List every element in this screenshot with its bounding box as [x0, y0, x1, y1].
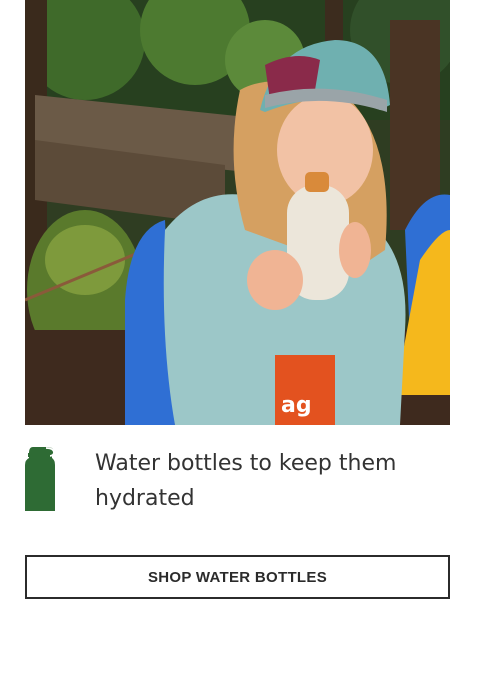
hero-photo: ag — [25, 0, 450, 425]
shop-water-bottles-button[interactable]: SHOP WATER BOTTLES — [25, 555, 450, 599]
child-drinking-photo: ag — [25, 0, 450, 425]
feature-text: Water bottles to keep them hydrated — [95, 451, 397, 511]
water-bottle-icon — [25, 447, 55, 511]
shirt-text: ag — [281, 393, 312, 418]
feature-row: Water bottles to keep them hydrated — [25, 445, 450, 515]
